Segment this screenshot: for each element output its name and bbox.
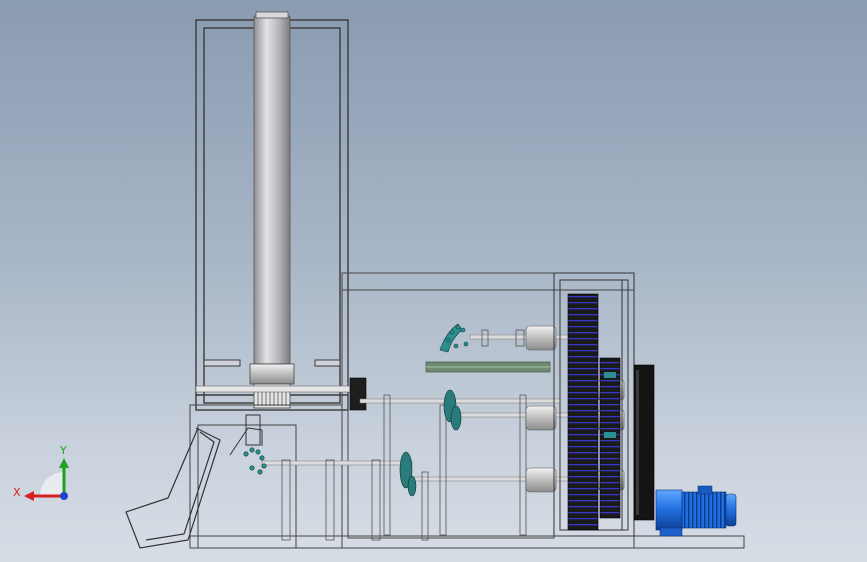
y-axis-arrow: [59, 458, 69, 468]
z-axis-dot: [60, 492, 68, 500]
sprocket-middle[interactable]: [443, 389, 462, 431]
sprocket-lower[interactable]: [399, 451, 417, 497]
x-axis-label: X: [13, 486, 21, 499]
sprocket-top[interactable]: [439, 323, 469, 353]
cad-viewport[interactable]: Y X: [0, 0, 867, 562]
gear-stack[interactable]: [567, 293, 621, 531]
electric-motor[interactable]: [655, 485, 737, 537]
coordinate-triad: Y X: [13, 444, 69, 501]
hopper-bracket: [229, 414, 263, 456]
discharge-chute[interactable]: [125, 427, 221, 549]
pulley-disc[interactable]: [633, 364, 655, 521]
x-axis-arrow: [24, 491, 34, 501]
triad-sector: [40, 472, 64, 496]
y-axis-label: Y: [59, 444, 67, 457]
machine-assembly-model[interactable]: [0, 0, 867, 562]
vertical-column[interactable]: [253, 11, 291, 365]
